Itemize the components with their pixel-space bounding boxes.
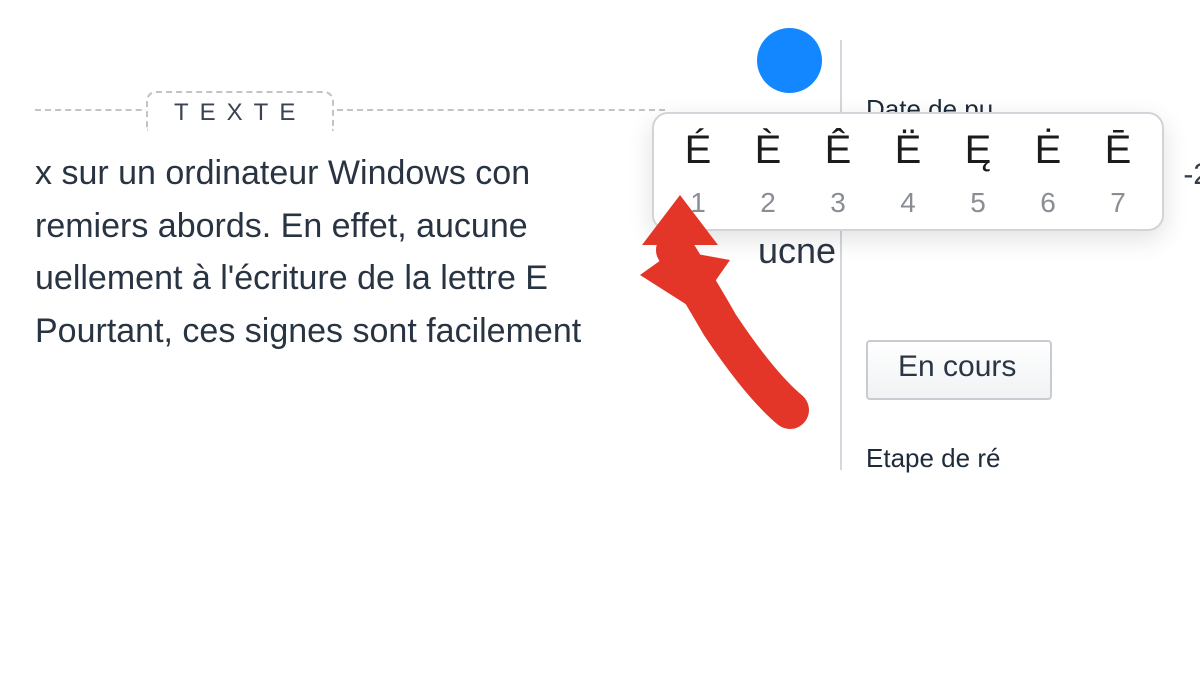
status-select[interactable]: En cours: [866, 340, 1052, 400]
popover-num-7: 7: [1092, 187, 1144, 219]
popover-cell-6[interactable]: Ė 6: [1022, 128, 1074, 219]
popover-num-5: 5: [952, 187, 1004, 219]
popover-cell-5[interactable]: Ę 5: [952, 128, 1004, 219]
texte-tab[interactable]: TEXTE: [146, 91, 334, 131]
date-value: -2: [1183, 158, 1200, 192]
etape-label: Etape de ré: [866, 443, 1000, 473]
popover-cell-4[interactable]: Ë 4: [882, 128, 934, 219]
red-arrow-annotation: [640, 205, 840, 425]
sidebar: Date de pu -2 Etape de ré En cours: [840, 40, 1200, 470]
popover-num-4: 4: [882, 187, 934, 219]
glyph-e-acute: É: [672, 128, 724, 173]
edit-area[interactable]: TEXTE x sur un ordinateur Windows con re…: [35, 109, 665, 358]
body-line-3: uellement à l'écriture de la lettre E: [35, 259, 548, 297]
body-line-2: remiers abords. En effet, aucune: [35, 207, 528, 245]
glyph-e-dot: Ė: [1022, 128, 1074, 173]
glyph-e-circumflex: Ê: [812, 128, 864, 173]
popover-num-6: 6: [1022, 187, 1074, 219]
body-line-1: x sur un ordinateur Windows con: [35, 154, 530, 192]
body-text[interactable]: x sur un ordinateur Windows con remiers …: [35, 147, 665, 358]
glyph-e-macron: Ē: [1092, 128, 1144, 173]
glyph-e-grave: È: [742, 128, 794, 173]
body-line-4: Pourtant, ces signes sont facilement: [35, 312, 581, 350]
glyph-e-diaeresis: Ë: [882, 128, 934, 173]
dashed-rule: [35, 109, 665, 111]
accent-circle: [757, 28, 822, 93]
popover-cell-7[interactable]: Ē 7: [1092, 128, 1144, 219]
status-select-value: En cours: [898, 350, 1016, 383]
glyph-e-ogonek: Ę: [952, 128, 1004, 173]
